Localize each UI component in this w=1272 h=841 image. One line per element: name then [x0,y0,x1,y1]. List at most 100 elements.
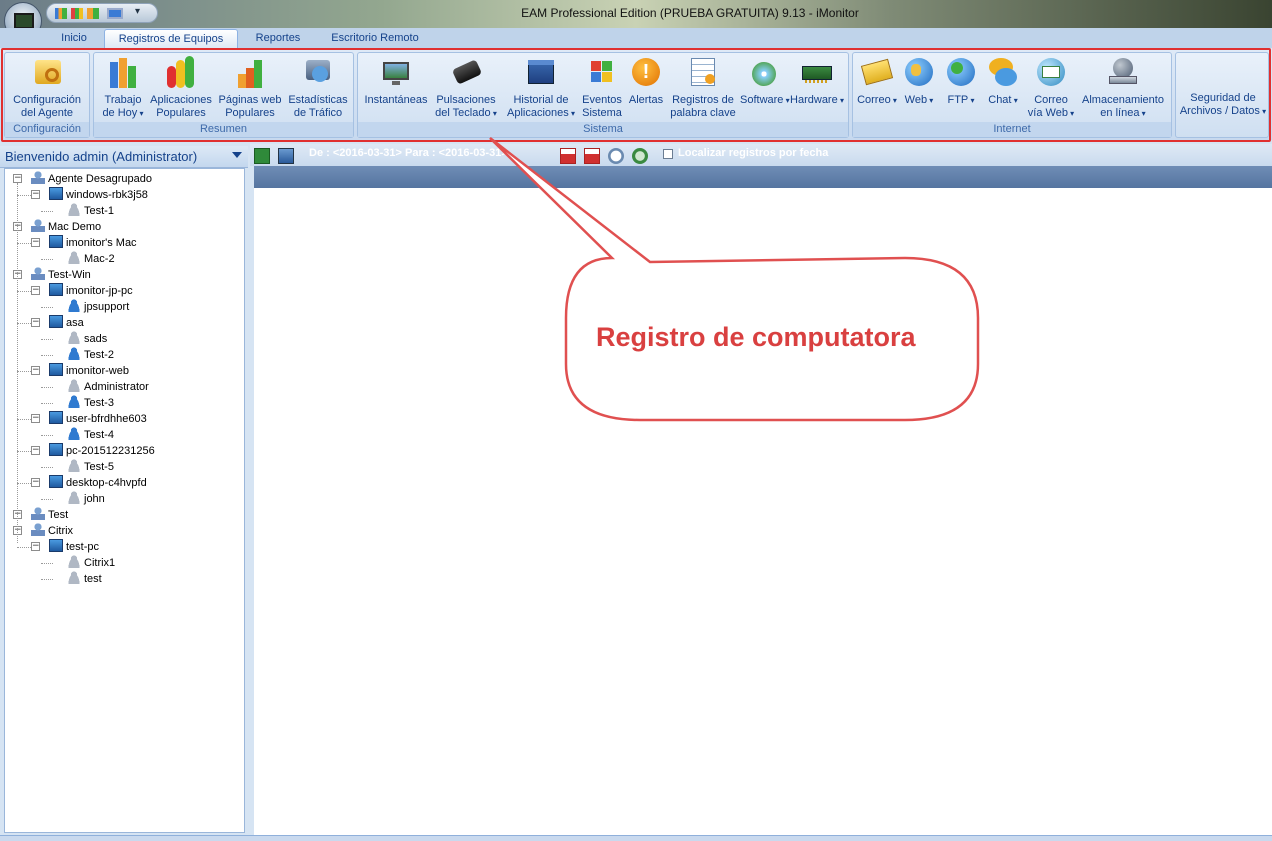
collapse-toggle-icon[interactable]: − [31,478,40,487]
tree-connector [41,563,53,564]
quick-screen-icon[interactable] [107,8,123,19]
tree-node-label: Agente Desagrupado [48,173,152,185]
computer-icon [49,411,63,424]
tree-user-node[interactable]: Test-4 [67,427,114,443]
export-icon[interactable] [278,148,294,164]
computer-icon [49,235,63,248]
tree-user-node[interactable]: Test-5 [67,459,114,475]
tree-node-label: Administrator [84,381,149,393]
tree-computer-node[interactable]: imonitor-jp-pc [49,283,133,299]
title-bar: EAM Professional Edition (PRUEBA GRATUIT… [0,0,1272,28]
tree-node-label: imonitor-web [66,365,129,377]
tree-node-label: asa [66,317,84,329]
tree-connector [41,355,53,356]
tree-node-label: pc-201512231256 [66,445,155,457]
tree-node-label: Test-2 [84,349,114,361]
refresh-icon[interactable] [632,148,648,164]
collapse-toggle-icon[interactable]: − [31,318,40,327]
network-group-icon [31,267,45,280]
content-header-bar [254,166,1272,188]
status-bar [0,835,1272,841]
collapse-toggle-icon[interactable]: − [31,366,40,375]
tree-group-node[interactable]: Citrix [31,523,73,539]
tree-connector [17,451,31,452]
tree-group-node[interactable]: Mac Demo [31,219,101,235]
user-inactive-icon [67,571,81,584]
tree-connector [17,291,31,292]
tree-connector [41,435,53,436]
locate-by-date-checkbox[interactable] [663,149,673,159]
tree-node-label: test [84,573,102,585]
collapse-toggle-icon[interactable]: − [31,414,40,423]
tree-computer-node[interactable]: windows-rbk3j58 [49,187,148,203]
locate-by-date-label: Localizar registros por fecha [678,147,829,159]
quick-chart-icon[interactable] [55,8,67,19]
tree-user-node[interactable]: Test-1 [67,203,114,219]
tree-node-label: imonitor's Mac [66,237,137,249]
tree-node-label: test-pc [66,541,100,553]
tree-computer-node[interactable]: desktop-c4hvpfd [49,475,147,491]
tree-computer-node[interactable]: asa [49,315,84,331]
network-group-icon [31,219,45,232]
tree-computer-node[interactable]: test-pc [49,539,99,555]
tree-node-label: user-bfrdhhe603 [66,413,147,425]
tree-connector [17,323,31,324]
tree-user-node[interactable]: Test-2 [67,347,114,363]
tree-user-node[interactable]: Mac-2 [67,251,115,267]
quick-apps-icon[interactable] [71,8,83,19]
network-group-icon [31,507,45,520]
tree-user-node[interactable]: sads [67,331,107,347]
tree-node-label: desktop-c4hvpfd [66,477,147,489]
collapse-toggle-icon[interactable]: − [13,174,22,183]
tab-escritorio-remoto[interactable]: Escritorio Remoto [318,29,432,49]
tree-node-label: sads [84,333,108,345]
collapse-toggle-icon[interactable]: − [31,446,40,455]
tree-computer-node[interactable]: imonitor-web [49,363,129,379]
collapse-toggle-icon[interactable]: − [31,238,40,247]
tree-connector [41,339,53,340]
tree-node-label: Test-1 [84,205,114,217]
tree-user-node[interactable]: Citrix1 [67,555,115,571]
ribbon-highlight-box [1,48,1271,142]
quick-web-icon[interactable] [87,8,99,19]
tree-computer-node[interactable]: pc-201512231256 [49,443,155,459]
excel-export-icon[interactable] [254,148,270,164]
tab-inicio[interactable]: Inicio [48,29,100,49]
tree-node-label: windows-rbk3j58 [66,189,148,201]
tree-user-node[interactable]: Test-3 [67,395,114,411]
user-inactive-icon [67,379,81,392]
quick-access-toolbar: ▾ [46,3,158,23]
collapse-toggle-icon[interactable]: − [31,190,40,199]
collapse-toggle-icon[interactable]: − [31,542,40,551]
tree-group-node[interactable]: Test [31,507,68,523]
window-title: EAM Professional Edition (PRUEBA GRATUIT… [521,6,859,20]
left-panel-header[interactable]: Bienvenido admin (Administrator) [0,146,248,168]
collapse-toggle-icon[interactable]: − [31,286,40,295]
tree-user-node[interactable]: Administrator [67,379,149,395]
calendar-from-icon[interactable] [560,148,576,164]
tree-connector [41,211,53,212]
tree-connector [17,243,31,244]
tree-connector [41,499,53,500]
computer-icon [49,283,63,296]
chevron-down-icon[interactable] [232,152,242,158]
tree-user-node[interactable]: john [67,491,105,507]
computer-icon [49,443,63,456]
user-active-icon [67,347,81,360]
tree-node-label: imonitor-jp-pc [66,285,133,297]
clock-icon[interactable] [608,148,624,164]
user-inactive-icon [67,491,81,504]
tree-node-label: Test-5 [84,461,114,473]
computer-icon [49,315,63,328]
tree-user-node[interactable]: test [67,571,102,587]
calendar-to-icon[interactable] [584,148,600,164]
tree-user-node[interactable]: jpsupport [67,299,129,315]
tab-reportes[interactable]: Reportes [244,29,312,49]
tree-computer-node[interactable]: user-bfrdhhe603 [49,411,147,427]
tree-group-node[interactable]: Test-Win [31,267,91,283]
tab-registros-de-equipos[interactable]: Registros de Equipos [104,29,238,49]
qat-customize-icon[interactable]: ▾ [135,6,140,17]
user-active-icon [67,299,81,312]
tree-computer-node[interactable]: imonitor's Mac [49,235,137,251]
tree-group-node[interactable]: Agente Desagrupado [31,171,152,187]
